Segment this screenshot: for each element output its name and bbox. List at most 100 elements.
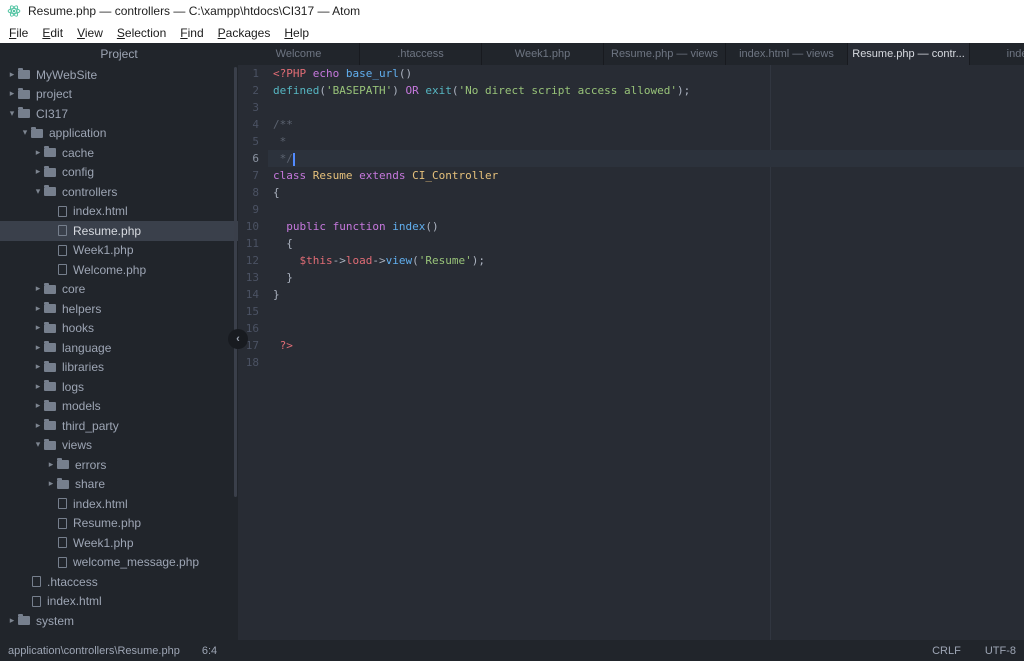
line-number[interactable]: 12: [238, 252, 259, 269]
code-line: */: [268, 150, 1024, 167]
folder-icon: [44, 302, 56, 314]
chevron-right-icon: ▸: [35, 167, 41, 178]
folder-icon: [57, 477, 69, 489]
chevron-right-icon: ▸: [35, 401, 41, 412]
tree-item-views[interactable]: ▾ views: [0, 436, 238, 456]
tree-item-application[interactable]: ▾ application: [0, 124, 238, 144]
chevron-right-icon: ▸: [35, 420, 41, 431]
tree-view-toggle-button[interactable]: ‹: [228, 329, 248, 349]
tree-item-mywebsite[interactable]: ▸ MyWebSite: [0, 65, 238, 85]
menu-edit[interactable]: Edit: [35, 24, 70, 42]
line-number[interactable]: 2: [238, 82, 259, 99]
line-number[interactable]: 14: [238, 286, 259, 303]
line-number[interactable]: 15: [238, 303, 259, 320]
line-number[interactable]: 18: [238, 354, 259, 371]
tree-item-hooks[interactable]: ▸ hooks: [0, 319, 238, 339]
line-number[interactable]: 13: [238, 269, 259, 286]
tree-item-third-party[interactable]: ▸ third_party: [0, 416, 238, 436]
tree-item-welcome-php[interactable]: Welcome.php: [0, 260, 238, 280]
code-line: $this->load->view('Resume');: [299, 254, 485, 267]
tree-item-index-html[interactable]: index.html: [0, 592, 238, 612]
chevron-right-icon: ▸: [9, 69, 15, 80]
line-number[interactable]: 1: [238, 65, 259, 82]
tree-item-cache[interactable]: ▸ cache: [0, 143, 238, 163]
tab-week1-php[interactable]: Week1.php: [482, 43, 604, 65]
tree-item-system[interactable]: ▸ system: [0, 611, 238, 631]
tree-item-label: views: [62, 438, 93, 453]
line-number[interactable]: 9: [238, 201, 259, 218]
tree-item-welcome-message-php[interactable]: welcome_message.php: [0, 553, 238, 573]
folder-icon: [44, 360, 56, 372]
tree-item-label: Week1.php: [73, 535, 134, 550]
folder-icon: [44, 282, 56, 294]
tree-item-language[interactable]: ▸ language: [0, 338, 238, 358]
tree-item-core[interactable]: ▸ core: [0, 280, 238, 300]
tab-index-html-views[interactable]: index.html — views: [726, 43, 848, 65]
tree-item-label: config: [62, 165, 95, 180]
tree-item-label: share: [75, 477, 106, 492]
chevron-right-icon: ▸: [35, 381, 41, 392]
code-line: defined('BASEPATH') OR exit('No direct s…: [273, 84, 691, 97]
tree-item-helpers[interactable]: ▸ helpers: [0, 299, 238, 319]
tree-item-htaccess[interactable]: .htaccess: [0, 572, 238, 592]
tree-item-label: language: [62, 340, 112, 355]
line-ending-indicator[interactable]: CRLF: [932, 645, 961, 657]
tree-item-index-html[interactable]: index.html: [0, 494, 238, 514]
menu-packages[interactable]: Packages: [211, 24, 278, 42]
tree-item-label: system: [36, 613, 75, 628]
tree-item-resume-php[interactable]: Resume.php: [0, 221, 238, 241]
tab-index-htm[interactable]: index.htm: [970, 43, 1024, 65]
tree-item-ci317[interactable]: ▾ CI317: [0, 104, 238, 124]
file-icon: [58, 205, 67, 217]
menu-file[interactable]: File: [2, 24, 35, 42]
line-number[interactable]: 4: [238, 116, 259, 133]
tree-scrollbar[interactable]: [234, 67, 237, 497]
tab-htaccess[interactable]: .htaccess: [360, 43, 482, 65]
folder-icon: [44, 165, 56, 177]
tree-item-logs[interactable]: ▸ logs: [0, 377, 238, 397]
menu-find[interactable]: Find: [173, 24, 210, 42]
line-number[interactable]: 10: [238, 218, 259, 235]
line-number[interactable]: 7: [238, 167, 259, 184]
line-number[interactable]: 8: [238, 184, 259, 201]
tree-item-share[interactable]: ▸ share: [0, 475, 238, 495]
code-line: class Resume extends CI_Controller: [273, 169, 499, 182]
tree-item-controllers[interactable]: ▾ controllers: [0, 182, 238, 202]
tree-item-label: MyWebSite: [36, 67, 98, 82]
code-line: public function index(): [286, 220, 439, 233]
line-number[interactable]: 5: [238, 133, 259, 150]
editor[interactable]: 1 2 3 4 5 6 7 8 9 10 11 12 13 14 15 16 17 18 <?PHP echo b…: [238, 65, 1024, 640]
tree-item-libraries[interactable]: ▸ libraries: [0, 358, 238, 378]
tree-item-label: application: [49, 126, 107, 141]
tree-item-models[interactable]: ▸ models: [0, 397, 238, 417]
folder-icon: [18, 87, 30, 99]
tree-item-config[interactable]: ▸ config: [0, 163, 238, 183]
cursor-position[interactable]: 6:4: [202, 645, 217, 657]
line-number[interactable]: 6: [238, 150, 259, 167]
file-icon: [32, 595, 41, 607]
menu-selection[interactable]: Selection: [110, 24, 173, 42]
encoding-indicator[interactable]: UTF-8: [985, 645, 1016, 657]
menu-help[interactable]: Help: [277, 24, 316, 42]
tab-resume-php-views[interactable]: Resume.php — views: [604, 43, 726, 65]
line-number[interactable]: 11: [238, 235, 259, 252]
tree-item-label: index.html: [47, 594, 102, 609]
tree-item-label: project: [36, 87, 73, 102]
line-number[interactable]: 3: [238, 99, 259, 116]
code-area[interactable]: <?PHP echo base_url() defined('BASEPATH')…: [268, 65, 1024, 640]
chevron-right-icon: ▸: [35, 147, 41, 158]
tree-item-project[interactable]: ▸ project: [0, 85, 238, 105]
tree-item-label: Welcome.php: [73, 262, 147, 277]
tree-item-index-html[interactable]: index.html: [0, 202, 238, 222]
tree-item-week1-php[interactable]: Week1.php: [0, 533, 238, 553]
tab-resume-php-contr[interactable]: Resume.php — contr...: [848, 43, 970, 65]
tab-welcome[interactable]: Welcome: [238, 43, 360, 65]
tree-item-week1-php[interactable]: Week1.php: [0, 241, 238, 261]
tree-item-errors[interactable]: ▸ errors: [0, 455, 238, 475]
tree-item-resume-php[interactable]: Resume.php: [0, 514, 238, 534]
menu-view[interactable]: View: [70, 24, 110, 42]
gutter[interactable]: 1 2 3 4 5 6 7 8 9 10 11 12 13 14 15 16 17 18: [238, 65, 268, 640]
tree-item-label: cache: [62, 145, 95, 160]
chevron-right-icon: ▸: [35, 362, 41, 373]
